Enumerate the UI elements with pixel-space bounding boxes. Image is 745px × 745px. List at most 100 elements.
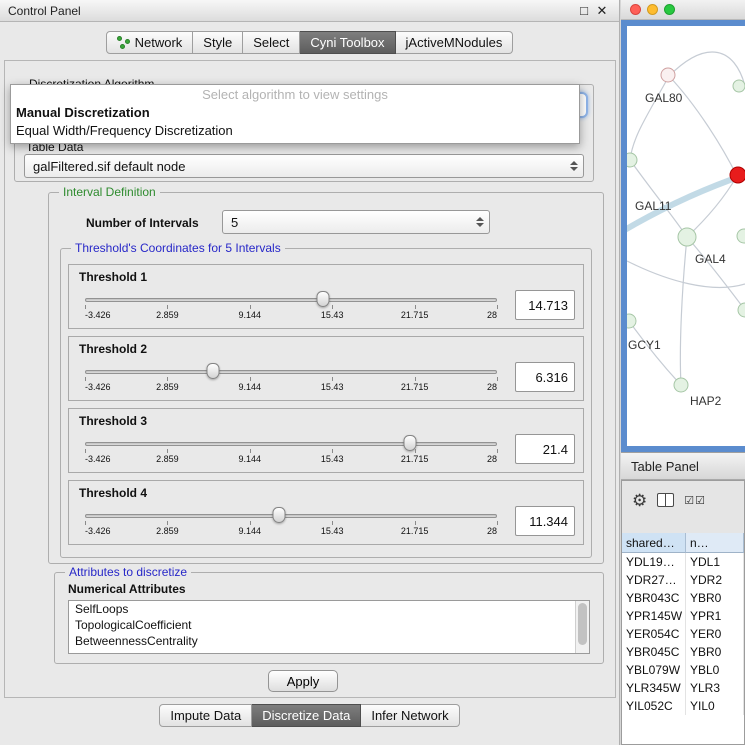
network-canvas[interactable]: GAL80 GAL11 GAL4 GCY1 HAP2 <box>627 26 745 446</box>
dropdown-option-manual-discretization[interactable]: Manual Discretization <box>11 104 579 122</box>
network-window-titlebar <box>621 0 745 20</box>
slider-scale: -3.426 2.859 9.144 15.43 21.715 28 <box>85 526 497 536</box>
table-row[interactable]: YDR27…YDR2 <box>622 571 744 589</box>
close-traffic-light[interactable] <box>630 4 641 15</box>
threshold-slider[interactable]: -3.426 2.859 9.144 15.43 21.715 28 <box>85 505 497 537</box>
dropdown-option-equal-width-frequency[interactable]: Equal Width/Frequency Discretization <box>11 122 579 140</box>
columns-icon[interactable] <box>657 493 674 507</box>
select-columns-icon[interactable]: ☑☑ <box>684 494 706 507</box>
node[interactable] <box>627 153 637 167</box>
threshold-value-field[interactable]: 6.316 <box>515 362 575 392</box>
float-window-icon[interactable]: □ <box>575 3 593 18</box>
scrollbar-thumb[interactable] <box>578 603 587 645</box>
control-panel-window: Control Panel □ ✕ Network Style Select C… <box>0 0 620 745</box>
tab-infer-network[interactable]: Infer Network <box>361 704 459 727</box>
list-scrollbar[interactable] <box>575 601 589 653</box>
tab-select[interactable]: Select <box>243 31 300 54</box>
cell[interactable]: YLR3 <box>686 679 744 697</box>
minimize-traffic-light[interactable] <box>647 4 658 15</box>
numerical-attributes-list[interactable]: SelfLoops TopologicalCoefficient Between… <box>68 600 590 654</box>
cell[interactable]: YBR0 <box>686 589 744 607</box>
tab-style[interactable]: Style <box>193 31 243 54</box>
cell[interactable]: YDL1 <box>686 553 744 571</box>
algorithm-placeholder: Select algorithm to view settings <box>11 85 579 104</box>
table-row[interactable]: YPR145WYPR1 <box>622 607 744 625</box>
threshold-value-field[interactable]: 14.713 <box>515 290 575 320</box>
cell[interactable]: YLR345W <box>622 679 686 697</box>
scale-tick-label: 15.43 <box>321 310 344 320</box>
tab-network[interactable]: Network <box>106 31 194 54</box>
apply-button[interactable]: Apply <box>268 670 338 692</box>
table-row[interactable]: YIL052CYIL0 <box>622 697 744 715</box>
cell[interactable]: YBL079W <box>622 661 686 679</box>
table-row[interactable]: YBL079WYBL0 <box>622 661 744 679</box>
slider-track[interactable] <box>85 442 497 446</box>
zoom-traffic-light[interactable] <box>664 4 675 15</box>
node-gal80[interactable] <box>661 68 675 82</box>
cell[interactable]: YBL0 <box>686 661 744 679</box>
tab-cyni-toolbox[interactable]: Cyni Toolbox <box>300 31 395 54</box>
cell[interactable]: YIL0 <box>686 697 744 715</box>
table-row[interactable]: YLR345WYLR3 <box>622 679 744 697</box>
list-item[interactable]: BetweennessCentrality <box>69 633 589 649</box>
table-row[interactable]: YDL19…YDL1 <box>622 553 744 571</box>
right-pane: GAL80 GAL11 GAL4 GCY1 HAP2 Table Panel ⚙… <box>621 0 745 745</box>
column-header-shared-name[interactable]: shared… <box>622 533 686 553</box>
algorithm-dropdown-popup: Select algorithm to view settings Manual… <box>10 84 580 144</box>
slider-ticks <box>85 377 497 381</box>
cell[interactable]: YDL19… <box>622 553 686 571</box>
node-gcy1[interactable] <box>627 314 636 328</box>
scale-tick-label: 9.144 <box>239 526 262 536</box>
scale-tick-label: 9.144 <box>239 454 262 464</box>
cell[interactable]: YBR0 <box>686 643 744 661</box>
threshold-block: Threshold 3 -3.426 2.859 9.144 15.43 21.… <box>68 408 584 473</box>
network-icon <box>117 36 130 49</box>
selected-node[interactable] <box>730 167 745 183</box>
threshold-slider[interactable]: -3.426 2.859 9.144 15.43 21.715 28 <box>85 433 497 465</box>
column-header-name[interactable]: n… <box>686 533 744 553</box>
node-gal4[interactable] <box>678 228 696 246</box>
threshold-slider[interactable]: -3.426 2.859 9.144 15.43 21.715 28 <box>85 361 497 393</box>
cell[interactable]: YPR145W <box>622 607 686 625</box>
table-data-combobox[interactable]: galFiltered.sif default node <box>24 154 584 178</box>
cell[interactable]: YER054C <box>622 625 686 643</box>
node[interactable] <box>738 303 745 317</box>
gear-icon[interactable]: ⚙ <box>632 492 647 509</box>
slider-track[interactable] <box>85 298 497 302</box>
cell[interactable]: YDR2 <box>686 571 744 589</box>
table-row[interactable]: YBR045CYBR0 <box>622 643 744 661</box>
threshold-value-field[interactable]: 11.344 <box>515 506 575 536</box>
close-icon[interactable]: ✕ <box>593 3 611 19</box>
threshold-slider[interactable]: -3.426 2.859 9.144 15.43 21.715 28 <box>85 289 497 321</box>
numerical-attributes-label: Numerical Attributes <box>68 582 186 596</box>
tab-discretize-data[interactable]: Discretize Data <box>252 704 361 727</box>
node-hap2[interactable] <box>674 378 688 392</box>
slider-track[interactable] <box>85 370 497 374</box>
scale-tick-label: 2.859 <box>156 526 179 536</box>
cell[interactable]: YBR045C <box>622 643 686 661</box>
cell[interactable]: YDR27… <box>622 571 686 589</box>
tab-impute-data[interactable]: Impute Data <box>159 704 252 727</box>
slider-ticks <box>85 449 497 453</box>
table-row[interactable]: YER054CYER0 <box>622 625 744 643</box>
tab-jactivemnodules[interactable]: jActiveMNodules <box>396 31 514 54</box>
table-row[interactable]: YBR043CYBR0 <box>622 589 744 607</box>
interval-definition-title: Interval Definition <box>59 185 160 199</box>
node[interactable] <box>737 229 745 243</box>
slider-ticks <box>85 305 497 309</box>
combobox-spinner-icon <box>476 217 484 227</box>
slider-track[interactable] <box>85 514 497 518</box>
threshold-block: Threshold 2 -3.426 2.859 9.144 15.43 21.… <box>68 336 584 401</box>
threshold-value-field[interactable]: 21.4 <box>515 434 575 464</box>
list-item[interactable]: TopologicalCoefficient <box>69 617 589 633</box>
number-of-intervals-combobox[interactable]: 5 <box>222 210 490 234</box>
list-item[interactable]: SelfLoops <box>69 601 589 617</box>
scale-tick-label: 28 <box>487 526 497 536</box>
cell[interactable]: YPR1 <box>686 607 744 625</box>
cell[interactable]: YIL052C <box>622 697 686 715</box>
node[interactable] <box>733 80 745 92</box>
cell[interactable]: YBR043C <box>622 589 686 607</box>
scale-tick-label: -3.426 <box>85 382 111 392</box>
threshold-block: Threshold 4 -3.426 2.859 9.144 15.43 21.… <box>68 480 584 545</box>
cell[interactable]: YER0 <box>686 625 744 643</box>
